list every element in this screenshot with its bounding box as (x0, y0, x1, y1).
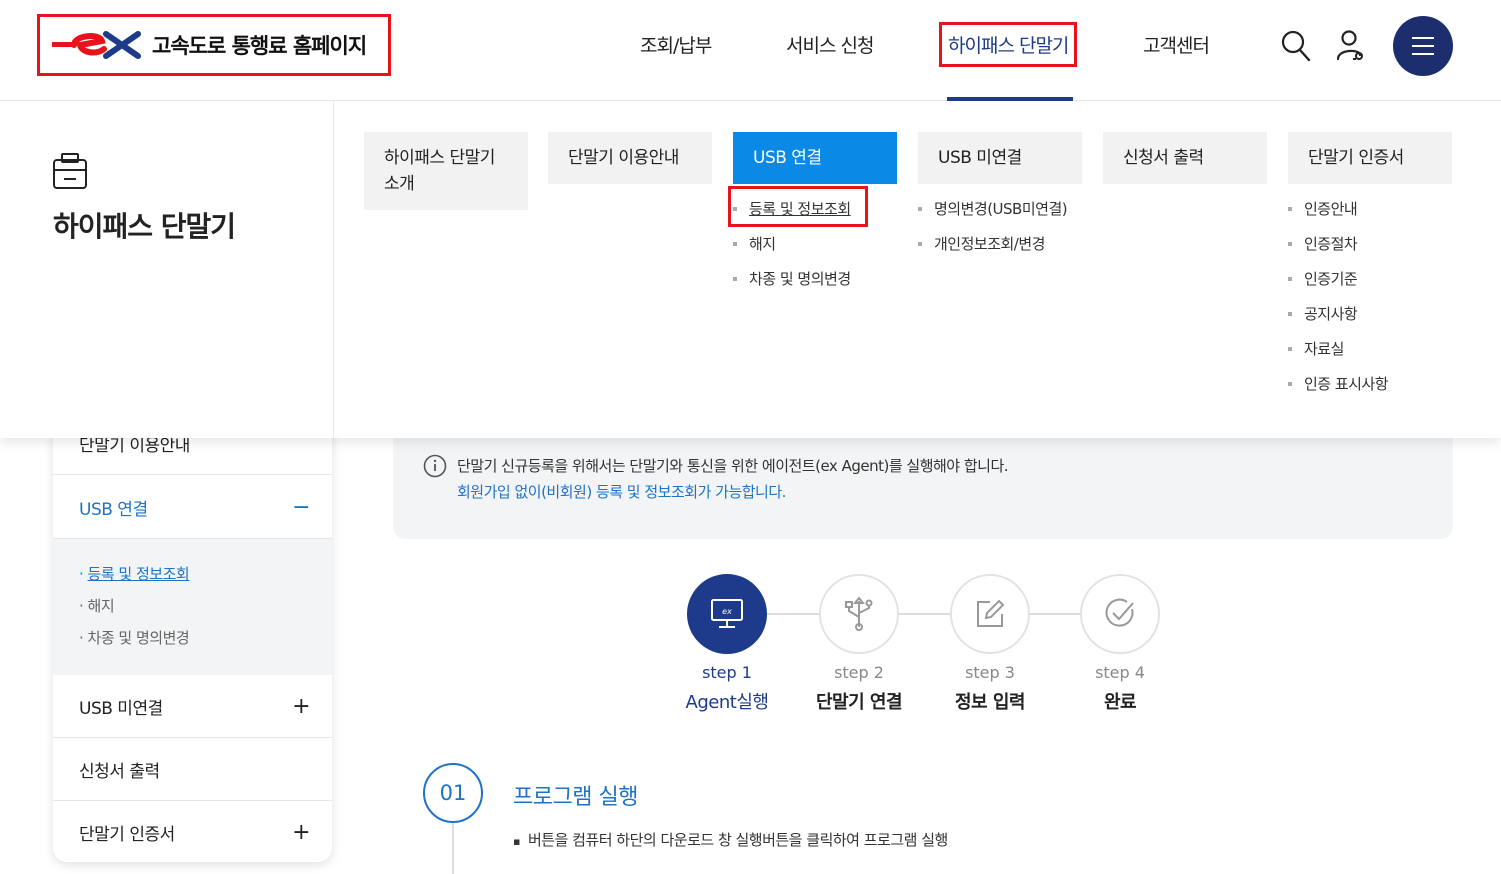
info-icon (423, 454, 447, 478)
active-nav-highlight (939, 22, 1077, 67)
mega-item-cert-process[interactable]: 인증절차 (1288, 233, 1452, 268)
site-logo[interactable]: 고속도로 통행료 홈페이지 (37, 14, 391, 76)
mega-dropdown: 하이패스 단말기 하이패스 단말기 소개 단말기 이용안내 USB 연결 등록 … (0, 101, 1501, 438)
svg-text:ex: ex (722, 607, 732, 616)
step-4-name: 완료 (1103, 692, 1137, 713)
mega-col-usb-disconnect: USB 미연결 명의변경(USB미연결) 개인정보조회/변경 (918, 132, 1082, 268)
step-2-name: 단말기 연결 (815, 692, 903, 713)
step-2-label: step 2 (834, 663, 884, 682)
step-connector (897, 613, 952, 615)
section-title-program-run: 프로그램 실행 (513, 785, 638, 810)
mega-head-intro[interactable]: 하이패스 단말기 소개 (364, 132, 528, 210)
logo-text: 고속도로 통행료 홈페이지 (152, 34, 367, 58)
section-title: 하이패스 단말기 (53, 210, 236, 243)
mega-item-cert-guide[interactable]: 인증안내 (1288, 198, 1452, 233)
site-header: 고속도로 통행료 홈페이지 조회/납부 서비스 신청 하이패스 단말기 고객센터 (0, 0, 1501, 101)
expand-icon[interactable]: + (292, 694, 310, 719)
section-timeline (452, 823, 454, 874)
mega-col-intro: 하이패스 단말기 소개 (364, 132, 528, 210)
nav-service-apply[interactable]: 서비스 신청 (786, 31, 874, 58)
mega-item-cancel[interactable]: 해지 (733, 233, 897, 268)
section-description: 버튼을 컴퓨터 하단의 다운로드 창 실행버튼을 클릭하여 프로그램 실행 (513, 829, 948, 850)
notice-text: 단말기 신규등록을 위해서는 단말기와 통신을 위한 에이전트(ex Agent… (457, 457, 1009, 475)
step-3-circle (950, 574, 1030, 654)
mega-item-personal-info[interactable]: 개인정보조회/변경 (918, 233, 1082, 268)
mega-item-notice[interactable]: 공지사항 (1288, 303, 1452, 338)
active-nav-underline (947, 97, 1073, 101)
ex-logo-icon (52, 31, 141, 59)
side-sub-vehicle-owner-change[interactable]: · 차종 및 명의변경 (79, 627, 306, 659)
side-sub-cancel[interactable]: · 해지 (79, 595, 306, 627)
mega-head-usb-disconnect[interactable]: USB 미연결 (918, 132, 1082, 184)
mega-head-certificate[interactable]: 단말기 인증서 (1288, 132, 1452, 184)
step-4-circle (1080, 574, 1160, 654)
mega-col-certificate: 단말기 인증서 인증안내 인증절차 인증기준 공지사항 자료실 인증 표시사항 (1288, 132, 1452, 408)
nav-customer-center[interactable]: 고객센터 (1143, 31, 1210, 58)
user-icon[interactable] (1336, 29, 1366, 63)
side-nav-label: USB 연결 (79, 499, 148, 520)
menu-bar (1412, 37, 1434, 39)
mega-head-print[interactable]: 신청서 출력 (1103, 132, 1267, 184)
side-nav-print[interactable]: 신청서 출력 (53, 738, 332, 801)
side-nav-label: 신청서 출력 (79, 761, 160, 782)
step-1-name: Agent실행 (685, 692, 769, 713)
notice-highlight-text: 회원가입 없이(비회원) 등록 및 정보조회가 가능합니다. (457, 483, 786, 501)
mega-section-header: 하이패스 단말기 (0, 101, 334, 438)
usb-icon (845, 597, 873, 631)
check-icon (1105, 598, 1134, 627)
step-3-label: step 3 (965, 663, 1015, 682)
mega-col-print: 신청서 출력 (1103, 132, 1267, 184)
step-3-name: 정보 입력 (954, 692, 1026, 713)
side-nav-usb-disconnect[interactable]: USB 미연결 + (53, 675, 332, 738)
side-nav-submenu: · 등록 및 정보조회 · 해지 · 차종 및 명의변경 (53, 539, 332, 675)
expand-icon[interactable]: + (292, 820, 310, 845)
mega-item-owner-change[interactable]: 명의변경(USB미연결) (918, 198, 1082, 233)
mega-head-usage[interactable]: 단말기 이용안내 (548, 132, 712, 184)
mega-head-usb-connect[interactable]: USB 연결 (733, 132, 897, 184)
current-item-highlight (728, 186, 868, 227)
mega-item-archive[interactable]: 자료실 (1288, 338, 1452, 373)
collapse-icon[interactable]: − (292, 495, 310, 520)
menu-bar (1412, 53, 1434, 55)
side-nav: 단말기 이용안내 USB 연결 − · 등록 및 정보조회 · 해지 · 차종 … (53, 410, 332, 862)
mega-item-cert-standard[interactable]: 인증기준 (1288, 268, 1452, 303)
mega-item-cert-marking[interactable]: 인증 표시사항 (1288, 373, 1452, 408)
step-4-label: step 4 (1095, 663, 1145, 682)
step-2-circle (819, 574, 899, 654)
step-connector (1028, 613, 1082, 615)
side-nav-usb-connect[interactable]: USB 연결 − (53, 476, 332, 539)
monitor-icon: ex (711, 599, 743, 628)
step-connector (765, 613, 821, 615)
edit-icon (977, 599, 1005, 627)
search-icon[interactable] (1281, 30, 1311, 62)
mega-col-usage: 단말기 이용안내 (548, 132, 712, 184)
menu-bar (1412, 45, 1434, 47)
menu-icon[interactable] (1393, 16, 1453, 76)
hipass-device-icon (53, 153, 87, 189)
section-number: 01 (423, 763, 483, 823)
step-1-label: step 1 (702, 663, 752, 682)
step-1-circle: ex (687, 574, 767, 654)
side-sub-register-inquiry[interactable]: · 등록 및 정보조회 (79, 563, 306, 595)
side-nav-label: USB 미연결 (79, 698, 163, 719)
mega-item-vehicle-owner-change[interactable]: 차종 및 명의변경 (733, 268, 897, 303)
side-nav-certificate[interactable]: 단말기 인증서 + (53, 801, 332, 862)
side-nav-label: 단말기 인증서 (79, 825, 175, 845)
nav-inquiry-payment[interactable]: 조회/납부 (640, 31, 712, 58)
